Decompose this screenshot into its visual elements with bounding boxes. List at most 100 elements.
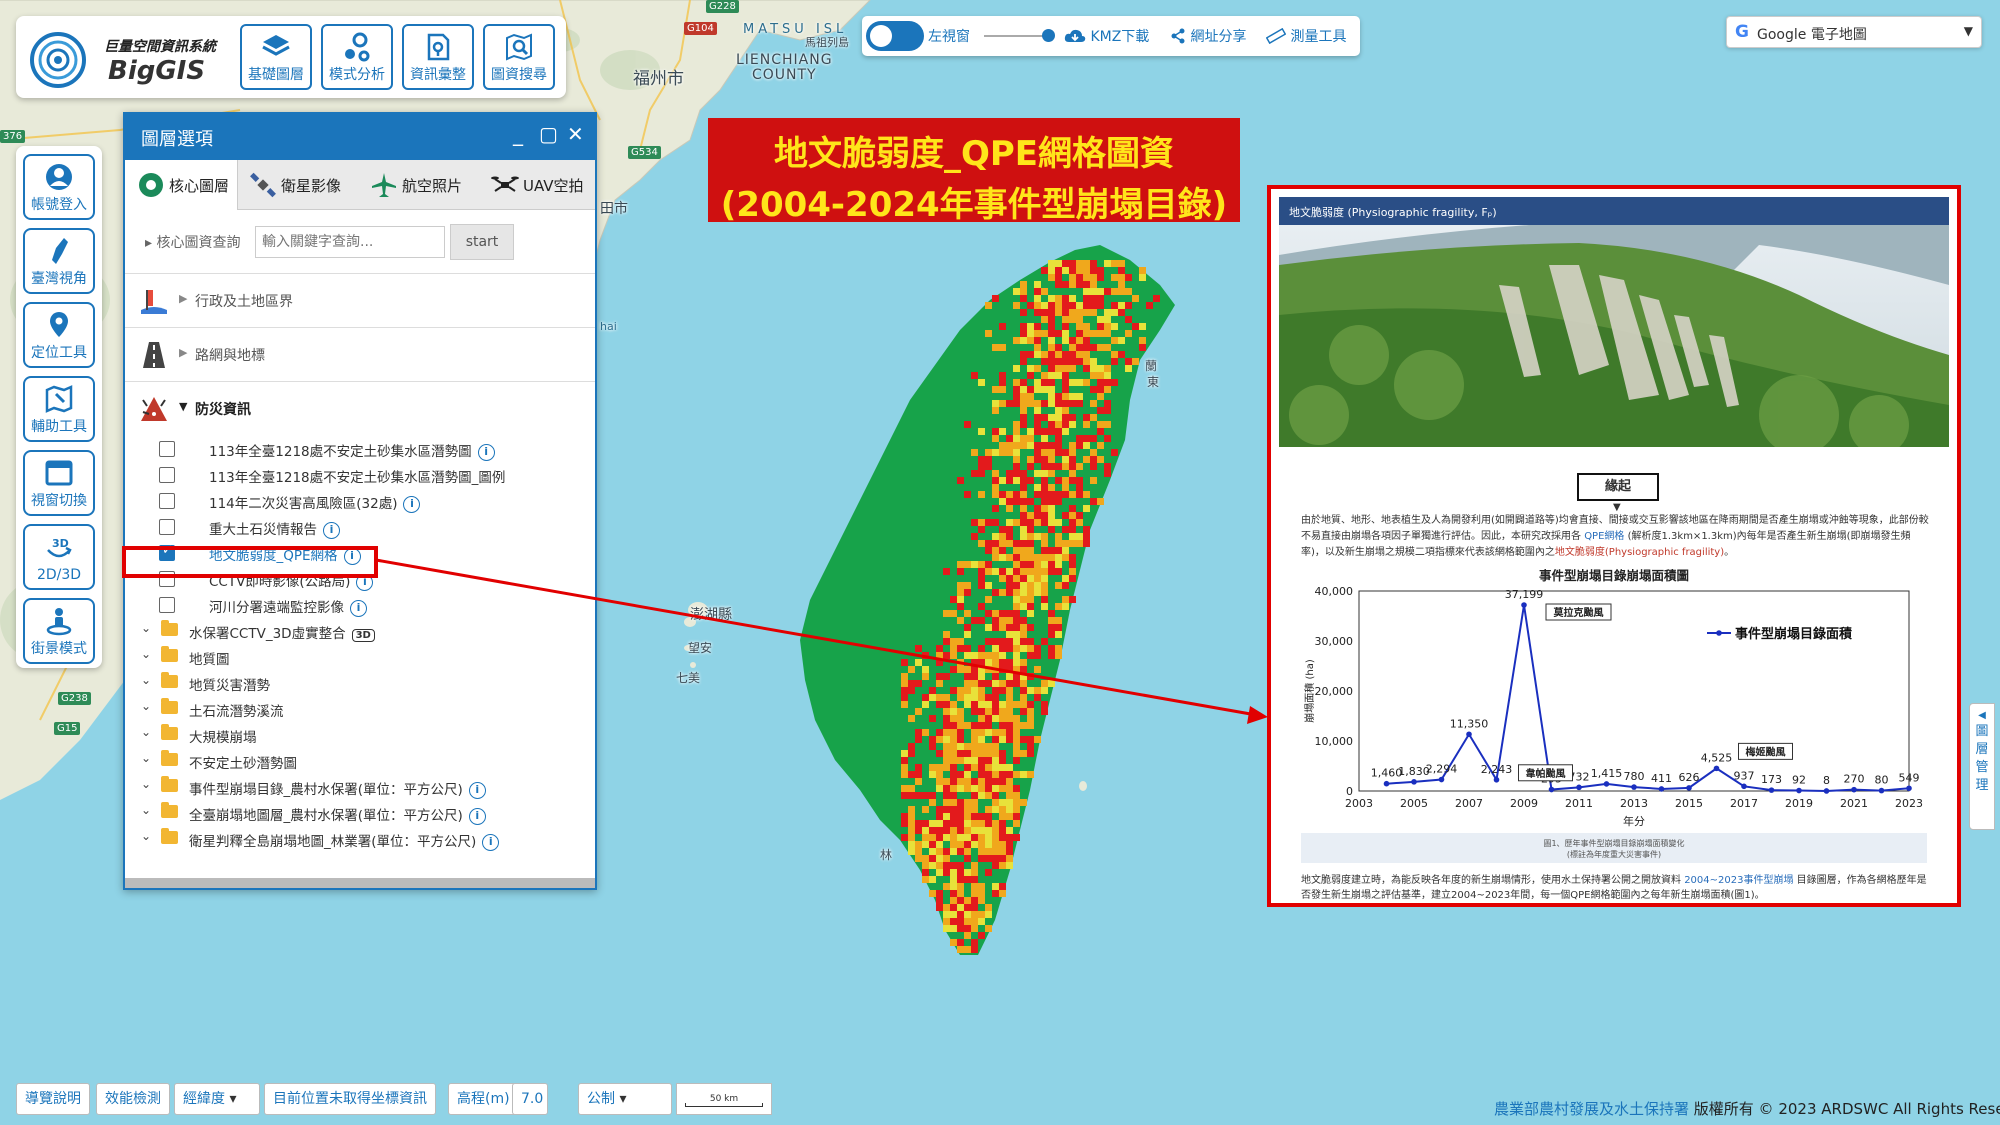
fragility-cell (957, 925, 964, 932)
fragility-cell (1041, 470, 1048, 477)
toolbar-model-analysis-button[interactable]: 模式分析 (321, 24, 393, 90)
folder-item[interactable]: ⌄ 土石流潛勢溪流 (125, 696, 595, 722)
fragility-cell (964, 624, 971, 631)
fragility-cell (915, 827, 922, 834)
fragility-cell (978, 827, 985, 834)
folder-icon (161, 698, 178, 714)
fragility-cell (985, 757, 992, 764)
fragility-cell (1139, 337, 1146, 344)
fragility-cell (978, 652, 985, 659)
folder-item[interactable]: ⌄ 地質圖 (125, 644, 595, 670)
toolbar-base-layers-button[interactable]: 基礎圖層 (240, 24, 312, 90)
folder-item[interactable]: ⌄ 水保署CCTV_3D虛實整合 3D (125, 618, 595, 644)
layer-item[interactable]: 113年全臺1218處不安定土砂集水區潛勢圖 i (125, 436, 595, 462)
layer-panel-header[interactable]: 圖層選項 _ ▢ ✕ (125, 114, 595, 160)
left-window-toggle[interactable] (866, 21, 924, 51)
fragility-cell (922, 694, 929, 701)
guide-button[interactable]: 導覽說明 (16, 1083, 90, 1115)
fragility-cell (1041, 680, 1048, 687)
fragility-cell (929, 862, 936, 869)
tab-aerial-photos[interactable]: 航空照片 (370, 160, 482, 210)
layer-checkbox[interactable] (159, 597, 175, 613)
folder-item[interactable]: ⌄ 衛星判釋全島崩塌地圖_林業署(單位：平方公尺) i (125, 826, 595, 852)
unit-select[interactable]: 公制 (578, 1083, 672, 1115)
info-icon[interactable]: i (468, 807, 486, 825)
category-admin-boundaries[interactable]: ▶ 行政及土地區界 (125, 274, 595, 328)
info-icon[interactable]: i (323, 521, 340, 539)
layer-item[interactable]: 113年全臺1218處不安定土砂集水區潛勢圖_圖例 (125, 462, 595, 488)
category-disaster-info[interactable]: ▼ 防災資訊 (125, 382, 595, 436)
basemap-select[interactable]: G Google 電子地圖 ▼ (1726, 16, 1982, 48)
fragility-cell (936, 869, 943, 876)
sidebar-assist-tool-button[interactable]: 輔助工具 (23, 376, 95, 442)
layer-checkbox[interactable] (159, 493, 175, 509)
info-icon[interactable]: i (477, 443, 495, 461)
folder-item[interactable]: ⌄ 不安定土砂潛勢圖 (125, 748, 595, 774)
data-label: 1,415 (1591, 767, 1623, 780)
fragility-cell (936, 750, 943, 757)
slider-handle[interactable] (1042, 29, 1055, 42)
layer-item[interactable]: 114年二次災害高風險區(32處) i (125, 488, 595, 514)
fragility-cell (1048, 323, 1055, 330)
sidebar-window-switch-button[interactable]: 視窗切換 (23, 450, 95, 516)
layer-checkbox[interactable] (159, 441, 175, 457)
fragility-cell (964, 799, 971, 806)
sidebar-2d-3d-button[interactable]: 3D 2D/3D (23, 524, 95, 590)
fragility-cell (1020, 414, 1027, 421)
kmz-download-button[interactable]: KMZ下載 (1064, 26, 1149, 46)
url-share-button[interactable]: 網址分享 (1170, 26, 1246, 46)
fragility-cell (992, 344, 999, 351)
fragility-cell (992, 694, 999, 701)
fragility-cell (1013, 288, 1020, 295)
org-link[interactable]: 農業部農村發展及水土保持署 (1494, 1100, 1689, 1118)
tab-satellite-imagery[interactable]: 衛星影像 (249, 160, 361, 210)
fragility-cell (908, 834, 915, 841)
fragility-cell (1027, 351, 1034, 358)
fragility-cell (971, 694, 978, 701)
sidebar-taiwan-view-button[interactable]: 臺灣視角 (23, 228, 95, 294)
category-road-network[interactable]: ▶ 路網與地標 (125, 328, 595, 382)
coord-system-select[interactable]: 經緯度 (174, 1083, 260, 1115)
toolbar-map-search-button[interactable]: 圖資搜尋 (483, 24, 555, 90)
search-input[interactable] (255, 226, 445, 258)
folder-item[interactable]: ⌄ 事件型崩塌目錄_農村水保署(單位：平方公尺) i (125, 774, 595, 800)
panel-horizontal-scrollbar[interactable] (125, 878, 595, 888)
fragility-cell (971, 841, 978, 848)
fragility-cell (1020, 687, 1027, 694)
fragility-cell (1083, 526, 1090, 533)
tab-core-layers[interactable]: 核心圖層 (125, 160, 238, 210)
fragility-cell (964, 897, 971, 904)
fragility-cell (915, 848, 922, 855)
fragility-cell (985, 659, 992, 666)
search-start-button[interactable]: start (450, 224, 514, 260)
biggis-logo[interactable]: 巨量空間資訊系統 BigGIS (26, 22, 246, 92)
info-icon[interactable]: i (468, 781, 486, 799)
info-icon[interactable]: i (403, 495, 421, 513)
folder-item[interactable]: ⌄ 大規模崩塌 (125, 722, 595, 748)
fragility-cell (908, 743, 915, 750)
sidebar-street-view-button[interactable]: 街景模式 (23, 598, 95, 664)
minimize-icon[interactable]: _ (513, 122, 523, 146)
toolbar-info-summary-button[interactable]: 資訊彙整 (402, 24, 474, 90)
opacity-slider[interactable] (984, 35, 1046, 37)
fragility-cell (943, 869, 950, 876)
layer-item[interactable]: 重大土石災情報告 i (125, 514, 595, 540)
maximize-icon[interactable]: ▢ (539, 122, 558, 146)
folder-item[interactable]: ⌄ 全臺崩塌地圖層_農村水保署(單位：平方公尺) i (125, 800, 595, 826)
fragility-cell (1076, 281, 1083, 288)
fragility-cell (950, 897, 957, 904)
close-icon[interactable]: ✕ (567, 122, 584, 146)
info-icon[interactable]: i (482, 833, 500, 851)
performance-check-button[interactable]: 效能檢測 (96, 1083, 170, 1115)
folder-item[interactable]: ⌄ 地質災害潛勢 (125, 670, 595, 696)
tab-uav-aerial[interactable]: UAV空拍 (491, 160, 595, 210)
info-icon[interactable]: i (350, 599, 367, 617)
layer-checkbox[interactable] (159, 519, 175, 535)
measure-tool-button[interactable]: 測量工具 (1265, 26, 1346, 46)
sidebar-location-tool-button[interactable]: 定位工具 (23, 302, 95, 368)
layer-item[interactable]: 河川分署遠端監控影像 i (125, 592, 595, 618)
fragility-cell (978, 659, 985, 666)
sidebar-account-login-button[interactable]: 帳號登入 (23, 154, 95, 220)
layer-checkbox[interactable] (159, 467, 175, 483)
layer-management-tab[interactable]: ◀ 圖層管理 (1969, 703, 1995, 830)
